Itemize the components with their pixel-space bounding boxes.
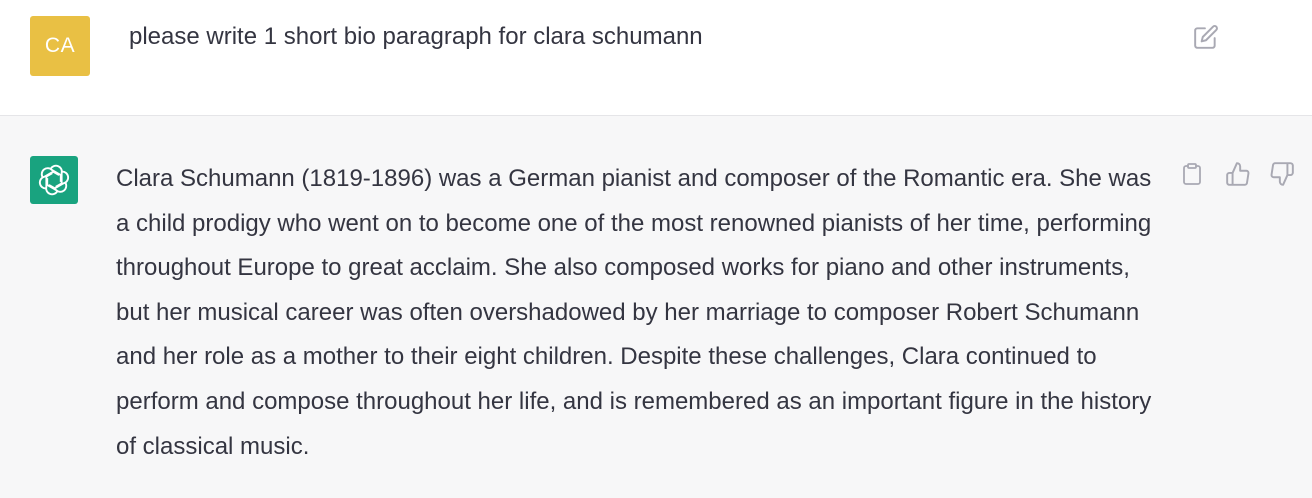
thumbs-up-icon — [1226, 162, 1250, 186]
edit-message-button[interactable] — [1191, 23, 1221, 51]
user-message-row: CA please write 1 short bio paragraph fo… — [0, 0, 1312, 116]
thumbs-down-icon — [1270, 162, 1294, 186]
thumbs-up-button[interactable] — [1223, 159, 1253, 189]
clipboard-icon — [1183, 163, 1201, 185]
copy-button[interactable] — [1177, 159, 1207, 189]
user-message-text: please write 1 short bio paragraph for c… — [129, 23, 703, 50]
thumbs-down-button[interactable] — [1267, 159, 1297, 189]
openai-logo-icon — [38, 164, 70, 196]
assistant-message-text: Clara Schumann (1819-1896) was a German … — [116, 165, 1152, 460]
user-avatar: CA — [30, 16, 90, 76]
user-avatar-initials: CA — [44, 34, 76, 57]
assistant-avatar — [30, 156, 78, 204]
assistant-message-row: Clara Schumann (1819-1896) was a German … — [0, 116, 1312, 498]
edit-icon — [1194, 25, 1218, 49]
